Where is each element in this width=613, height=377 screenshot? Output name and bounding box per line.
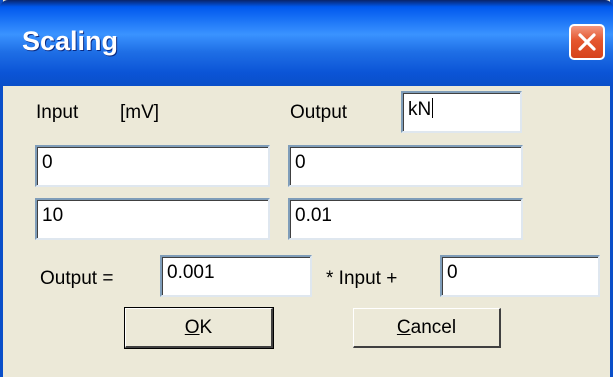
ok-label: K	[199, 316, 213, 338]
times-input-plus-label: * Input +	[326, 268, 398, 289]
output-label: Output	[290, 102, 348, 123]
text-caret	[432, 98, 434, 118]
factor-value: 0.001	[167, 262, 215, 283]
input-high-field[interactable]: 10	[35, 198, 270, 240]
output-unit-field[interactable]: kN	[401, 91, 522, 133]
ok-button[interactable]: OK	[124, 307, 274, 349]
cancel-mnemonic: C	[396, 316, 411, 338]
input-low-field[interactable]: 0	[35, 145, 270, 187]
factor-field[interactable]: 0.001	[160, 255, 312, 297]
cancel-label: ancel	[410, 316, 457, 338]
output-equation-label: Output =	[40, 268, 114, 289]
cancel-button[interactable]: Cancel	[353, 308, 501, 348]
output-high-value: 0.01	[295, 205, 332, 226]
output-low-field[interactable]: 0	[288, 145, 523, 187]
close-icon	[578, 33, 596, 51]
input-unit-label: [mV]	[120, 102, 160, 123]
input-high-value: 10	[42, 205, 64, 226]
input-low-value: 0	[42, 152, 53, 173]
offset-value: 0	[447, 262, 458, 283]
input-label: Input	[36, 102, 79, 123]
offset-field[interactable]: 0	[440, 255, 600, 297]
window-title: Scaling	[22, 26, 119, 56]
close-button[interactable]	[569, 24, 605, 60]
ok-mnemonic: O	[184, 316, 200, 338]
output-high-field[interactable]: 0.01	[288, 198, 523, 240]
title-bar[interactable]: Scaling	[0, 0, 613, 86]
output-low-value: 0	[295, 152, 306, 173]
scaling-dialog: Scaling Input [mV] Output kN 0 0 10 0.01…	[0, 0, 613, 377]
dialog-body: Input [mV] Output kN 0 0 10 0.01 Output …	[3, 86, 610, 377]
output-unit-value: kN	[408, 99, 432, 120]
